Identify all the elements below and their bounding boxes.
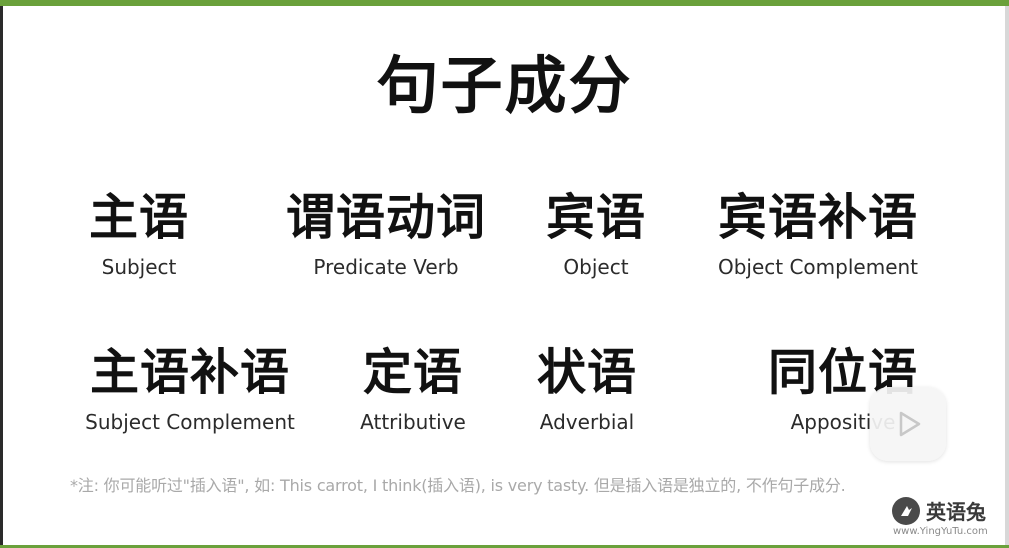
slide-title: 句子成分 [376,49,633,122]
component-object-complement: 宾语补语 Object Complement [718,188,918,280]
component-en: Object Complement [717,255,919,279]
component-subject-complement: 主语补语 Subject Complement [85,343,295,435]
brand-name: 英语兔 [926,500,986,524]
component-zh: 定语 [362,343,464,401]
slide-frame: 句子成分 主语 Subject 谓语动词 Predicate Verb 宾语 O… [0,0,1009,548]
component-zh: 谓语动词 [285,188,487,246]
top-accent-bar [0,0,1009,6]
footnote: *注: 你可能听过"插入语", 如: This carrot, I think(… [70,476,846,495]
component-predicate-verb: 谓语动词 Predicate Verb [286,188,486,280]
component-en: Subject Complement [85,410,295,434]
brand-logo: 英语兔 [892,496,986,525]
component-object: 宾语 Object [546,188,646,280]
component-zh: 主语补语 [89,343,291,401]
component-en: Object [563,255,629,279]
component-zh: 宾语 [545,188,647,246]
component-zh: 状语 [536,343,638,401]
component-attributive: 定语 Attributive [360,343,466,435]
component-adverbial: 状语 Adverbial [537,343,637,435]
component-en: Attributive [360,410,466,434]
rabbit-logo-icon [892,496,920,525]
component-en: Predicate Verb [313,255,459,279]
component-en: Adverbial [539,410,635,434]
play-icon [899,411,921,437]
play-button[interactable] [870,387,946,461]
component-en: Subject [101,255,177,279]
component-subject: 主语 Subject [89,188,189,280]
brand-url: www.YingYuTu.com [893,526,988,537]
component-zh: 宾语补语 [717,188,919,246]
component-zh: 主语 [88,188,190,246]
